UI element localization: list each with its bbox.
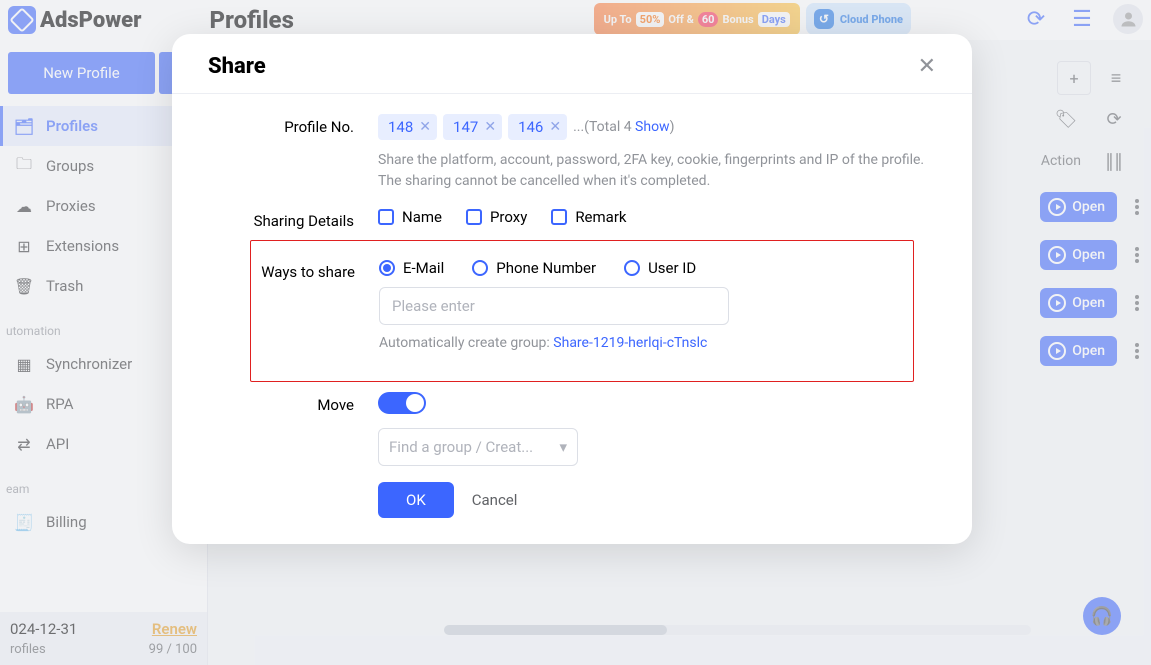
- group-select-placeholder: Find a group / Creat...: [389, 438, 533, 456]
- radio-userid[interactable]: User ID: [624, 259, 696, 277]
- tag-total: ...(Total 4 Show): [573, 119, 674, 135]
- checkbox-name[interactable]: Name: [378, 208, 442, 226]
- auto-group-text: Automatically create group: Share-1219-h…: [379, 335, 903, 351]
- ways-to-share-label: Ways to share: [251, 259, 379, 351]
- checkbox-remark[interactable]: Remark: [551, 208, 626, 226]
- auto-group-link[interactable]: Share-1219-herlqi-cTnslc: [553, 335, 707, 351]
- ok-button[interactable]: OK: [378, 482, 454, 518]
- group-select[interactable]: Find a group / Creat... ▾: [378, 428, 578, 466]
- checkbox-label: Remark: [575, 208, 626, 226]
- profile-tag: 146 ✕: [508, 114, 567, 140]
- checkbox-proxy[interactable]: Proxy: [466, 208, 527, 226]
- radio-label: User ID: [648, 259, 696, 277]
- tag-remove-icon[interactable]: ✕: [549, 119, 561, 135]
- tag-label: 146: [518, 118, 543, 136]
- radio-phone[interactable]: Phone Number: [472, 259, 596, 277]
- tag-label: 147: [453, 118, 478, 136]
- share-helper-text: Share the platform, account, password, 2…: [378, 150, 936, 192]
- checkbox-icon: [378, 209, 394, 225]
- close-icon[interactable]: ✕: [918, 54, 936, 79]
- move-switch[interactable]: [378, 392, 426, 414]
- checkbox-icon: [466, 209, 482, 225]
- radio-icon: [624, 260, 640, 276]
- profile-no-label: Profile No.: [208, 114, 378, 192]
- checkbox-label: Name: [402, 208, 442, 226]
- radio-label: Phone Number: [496, 259, 596, 277]
- profile-tag: 148 ✕: [378, 114, 437, 140]
- radio-label: E-Mail: [403, 259, 444, 277]
- radio-email[interactable]: E-Mail: [379, 259, 444, 277]
- share-modal: Share ✕ Profile No. 148 ✕ 147 ✕ 146 ✕ ...(T…: [172, 34, 972, 544]
- share-target-input[interactable]: [379, 287, 729, 325]
- chevron-down-icon: ▾: [559, 438, 567, 456]
- move-label: Move: [208, 392, 378, 466]
- sharing-details-label: Sharing Details: [208, 208, 378, 230]
- checkbox-icon: [551, 209, 567, 225]
- show-all-link[interactable]: Show: [635, 119, 670, 135]
- checkbox-label: Proxy: [490, 208, 527, 226]
- radio-icon: [472, 260, 488, 276]
- tag-label: 148: [388, 118, 413, 136]
- modal-title: Share: [208, 54, 266, 79]
- radio-icon: [379, 260, 395, 276]
- profile-tag: 147 ✕: [443, 114, 502, 140]
- ways-to-share-highlight: Ways to share E-Mail Phone Number User I…: [250, 240, 914, 382]
- cancel-button[interactable]: Cancel: [472, 491, 518, 509]
- tag-remove-icon[interactable]: ✕: [484, 119, 496, 135]
- tag-remove-icon[interactable]: ✕: [419, 119, 431, 135]
